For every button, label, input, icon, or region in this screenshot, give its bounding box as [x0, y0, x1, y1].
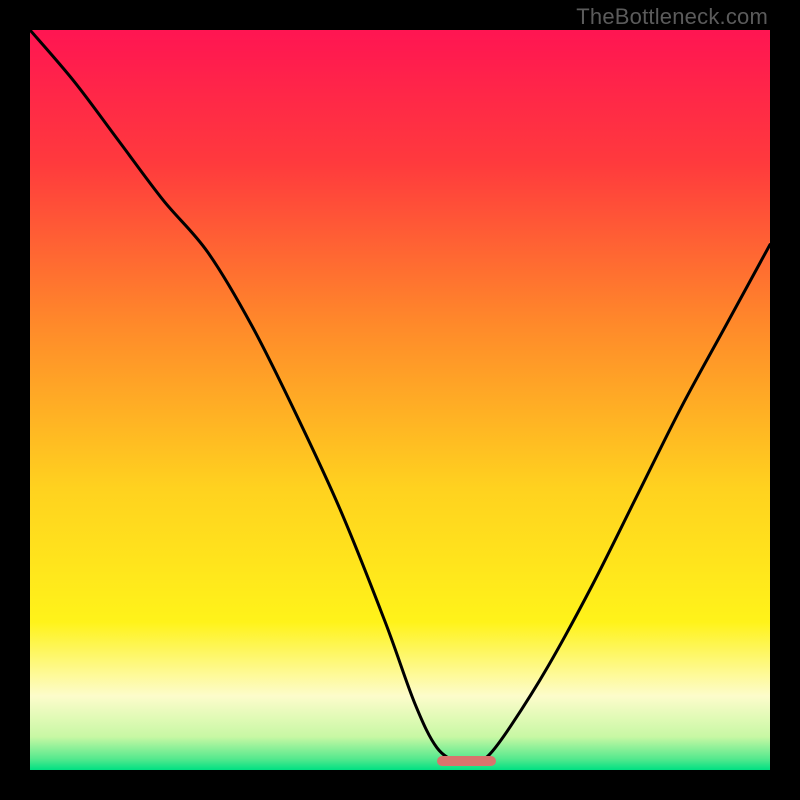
plot-area	[30, 30, 770, 770]
optimal-range-marker	[437, 756, 496, 766]
bottleneck-curve	[30, 30, 770, 770]
watermark-text: TheBottleneck.com	[576, 4, 768, 30]
chart-frame: TheBottleneck.com	[0, 0, 800, 800]
